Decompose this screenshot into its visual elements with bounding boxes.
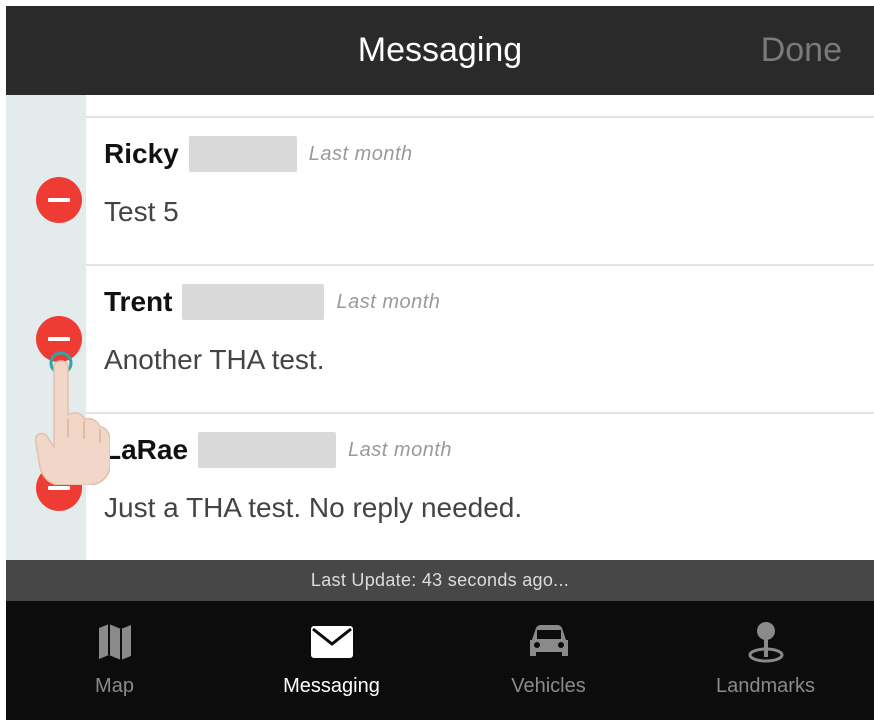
- car-icon: [524, 617, 574, 667]
- delete-message-button[interactable]: [36, 316, 82, 362]
- minus-icon: [48, 486, 70, 490]
- message-preview: Just a THA test. No reply needed.: [104, 492, 523, 523]
- done-button[interactable]: Done: [761, 6, 842, 95]
- message-preview: Another THA test.: [104, 344, 325, 375]
- last-update-status: Last Update: 43 seconds ago...: [6, 560, 874, 601]
- tab-map[interactable]: Map: [6, 601, 223, 720]
- tab-label: Messaging: [283, 675, 380, 697]
- sender-name: Ricky: [104, 138, 179, 169]
- message-time: Last month: [348, 438, 452, 461]
- tab-label: Landmarks: [716, 675, 815, 697]
- map-icon: [90, 617, 140, 667]
- message-header: Ricky Last month: [104, 134, 413, 174]
- bottom-tab-bar: Map Messaging Vehicles Landmarks: [6, 601, 874, 720]
- message-row-ricky[interactable]: Ricky Last month Test 5: [86, 118, 874, 266]
- list-top-edge: [86, 95, 874, 118]
- redacted-name-blur: [182, 284, 325, 320]
- tab-label: Vehicles: [511, 675, 586, 697]
- sender-name: LaRae: [104, 434, 189, 465]
- minus-icon: [48, 337, 70, 341]
- tab-vehicles[interactable]: Vehicles: [440, 601, 657, 720]
- envelope-icon: [307, 617, 357, 667]
- pin-icon: [741, 617, 791, 667]
- tab-landmarks[interactable]: Landmarks: [657, 601, 874, 720]
- page-title: Messaging: [357, 31, 523, 69]
- redacted-name-blur: [198, 432, 337, 468]
- messaging-screen: Messaging Done Ricky Last month Test 5 T…: [0, 0, 874, 720]
- message-row-larae[interactable]: LaRae Last month Just a THA test. No rep…: [86, 414, 874, 560]
- delete-message-button[interactable]: [36, 177, 82, 223]
- minus-icon: [48, 198, 70, 202]
- message-time: Last month: [336, 290, 441, 313]
- message-list[interactable]: Ricky Last month Test 5 Trent Last month…: [6, 95, 874, 560]
- nav-header: Messaging Done: [6, 6, 874, 95]
- message-time: Last month: [308, 142, 413, 165]
- message-row-trent[interactable]: Trent Last month Another THA test.: [86, 266, 874, 414]
- delete-message-button[interactable]: [36, 465, 82, 511]
- message-header: Trent Last month: [104, 282, 440, 322]
- redacted-name-blur: [188, 136, 297, 172]
- tab-label: Map: [95, 675, 134, 697]
- tab-messaging[interactable]: Messaging: [223, 601, 440, 720]
- message-preview: Test 5: [104, 196, 179, 227]
- message-header: LaRae Last month: [104, 430, 452, 470]
- sender-name: Trent: [104, 286, 173, 317]
